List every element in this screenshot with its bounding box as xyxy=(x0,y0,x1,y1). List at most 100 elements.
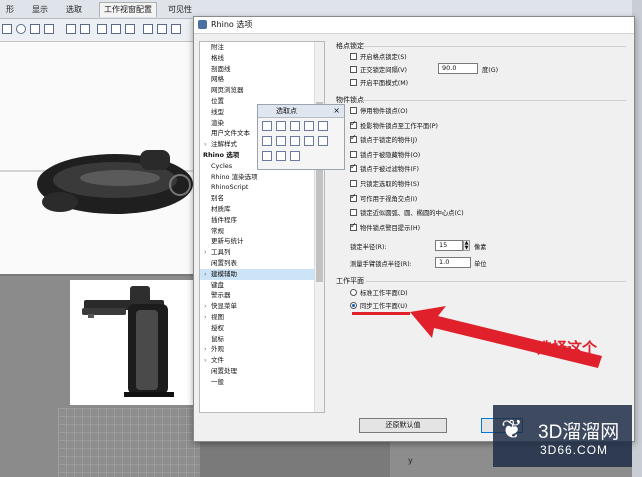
tree-item[interactable]: 别名 xyxy=(200,193,324,204)
tree-item[interactable]: 格线 xyxy=(200,53,324,64)
tree-item[interactable]: 闲置列表 xyxy=(200,258,324,269)
osnap-checkbox[interactable] xyxy=(350,192,357,202)
standard-cplane-radio[interactable] xyxy=(350,289,357,296)
layout-icon[interactable] xyxy=(111,24,121,34)
tangent-icon[interactable] xyxy=(290,136,300,146)
faucet-top-view xyxy=(0,150,200,214)
cplane-title: 工作平面 xyxy=(336,277,364,285)
osnap-checkbox[interactable] xyxy=(350,209,357,217)
tree-item[interactable]: 授权 xyxy=(200,323,324,334)
tree-item[interactable]: 文件 xyxy=(200,355,324,366)
grid-snap-checkbox[interactable] xyxy=(350,53,357,60)
document-icon[interactable] xyxy=(97,24,107,34)
point-icon[interactable] xyxy=(290,121,300,131)
annotation-text: 选择这个 xyxy=(537,339,598,357)
tree-item[interactable]: 警示器 xyxy=(200,290,324,301)
tree-item[interactable]: 建模辅助 xyxy=(200,268,324,280)
snap-radius-unit: 像素 xyxy=(474,244,487,251)
ortho-checkbox[interactable] xyxy=(350,66,357,73)
osnap-option-label: 锁点于被隐藏物件(O) xyxy=(360,151,421,159)
restore-defaults-button[interactable]: 还原默认值 xyxy=(359,418,447,433)
osnap-option-label: 投影物件锁点至工作平面(P) xyxy=(360,122,438,130)
center-icon[interactable] xyxy=(318,121,328,131)
near-icon[interactable] xyxy=(276,121,286,131)
mirror-icon[interactable] xyxy=(44,24,54,34)
osnap-checkbox[interactable] xyxy=(350,150,357,158)
toolbar xyxy=(0,19,200,42)
osnap-checkbox[interactable] xyxy=(350,133,357,144)
tab-shape[interactable]: 形 xyxy=(6,3,14,17)
picture-icon[interactable] xyxy=(80,24,90,34)
close-icon[interactable]: × xyxy=(333,105,340,117)
tab-viewport-layout[interactable]: 工作视窗配置 xyxy=(99,2,157,17)
tab-visibility[interactable]: 可见性 xyxy=(168,3,192,17)
snap-radius-spinner[interactable]: ▲ ▼ xyxy=(463,240,470,251)
osnap-checkbox[interactable] xyxy=(350,221,357,231)
osnap-option-label: 可作用于视角交点(I) xyxy=(360,195,418,203)
tree-item[interactable]: 视图 xyxy=(200,312,324,323)
osnap-checkbox[interactable] xyxy=(350,107,357,114)
tree-item[interactable]: 常规 xyxy=(200,226,324,237)
dialog-title: Rhino 选项 xyxy=(211,20,253,29)
vertex-icon[interactable] xyxy=(262,151,272,161)
midpoint-icon[interactable] xyxy=(304,121,314,131)
tree-item[interactable]: 键盘 xyxy=(200,280,324,291)
tree-item[interactable]: 一般 xyxy=(200,377,324,388)
circle-icon[interactable] xyxy=(16,24,26,34)
tree-item[interactable]: 鼠标 xyxy=(200,334,324,345)
tree-item[interactable]: 外观 xyxy=(200,344,324,355)
table-icon[interactable] xyxy=(125,24,135,34)
tree-scrollbar[interactable] xyxy=(314,42,324,412)
rendered-faucet-view xyxy=(70,280,198,405)
perspective-viewport[interactable] xyxy=(0,42,200,274)
grid-icon[interactable] xyxy=(2,24,12,34)
tape-radius-input[interactable]: 1.0 xyxy=(435,257,471,268)
tree-item[interactable]: 工具列 xyxy=(200,247,324,258)
grid-snap-label: 开启格点锁定(S) xyxy=(360,54,407,61)
pin-icon[interactable] xyxy=(171,24,181,34)
quadrant-icon[interactable] xyxy=(304,136,314,146)
rhino-logo-icon xyxy=(198,20,207,29)
dialog-titlebar[interactable]: Rhino 选项 xyxy=(194,17,634,34)
osnap-checkbox[interactable] xyxy=(350,162,357,173)
endpoint-icon[interactable] xyxy=(262,121,272,131)
divider xyxy=(366,281,626,282)
osnap-checkbox[interactable] xyxy=(350,119,357,129)
ortho-angle-input[interactable]: 90.0 xyxy=(438,63,478,74)
tree-item[interactable]: 剖面线 xyxy=(200,64,324,75)
planar-mode-checkbox[interactable] xyxy=(350,79,357,86)
tree-item[interactable]: 更新与统计 xyxy=(200,236,324,247)
ortho-label: 正交锁定间隔(V) xyxy=(360,67,408,74)
faucet-render xyxy=(82,286,174,397)
tree-item[interactable]: Rhino 渲染选项 xyxy=(200,172,324,183)
snap-palette-header[interactable]: 选取点 × xyxy=(258,105,344,118)
on-curve-icon[interactable] xyxy=(276,151,286,161)
osnap-option-label: 锁点于被过滤物件(F) xyxy=(360,166,419,174)
frame-icon[interactable] xyxy=(66,24,76,34)
sync-cplane-radio[interactable] xyxy=(350,302,357,309)
arc-icon[interactable] xyxy=(290,151,300,161)
tree-item[interactable]: 快显菜单 xyxy=(200,301,324,312)
tree-item[interactable]: 材质库 xyxy=(200,204,324,215)
osnap-checkbox[interactable] xyxy=(350,180,357,187)
tree-item[interactable]: 网页浏览器 xyxy=(200,85,324,96)
knot-icon[interactable] xyxy=(318,136,328,146)
print-icon[interactable] xyxy=(143,24,153,34)
options-tree[interactable]: 附注格线剖面线网格网页浏览器位置线型渲染用户文件文本注解样式Rhino 选项Cy… xyxy=(199,41,325,413)
layers-icon[interactable] xyxy=(157,24,167,34)
tree-item[interactable]: 插件程序 xyxy=(200,215,324,226)
snap-radius-input[interactable]: 15 xyxy=(435,240,463,251)
tree-item[interactable]: 闲置处理 xyxy=(200,366,324,377)
tab-select[interactable]: 选取 xyxy=(66,3,82,17)
snap-palette: 选取点 × xyxy=(257,104,345,170)
intersection-icon[interactable] xyxy=(262,136,272,146)
tree-item[interactable]: 附注 xyxy=(200,42,324,53)
tab-display[interactable]: 显示 xyxy=(32,3,48,17)
tape-radius-label: 测量手臂锁点半径(R): xyxy=(350,261,412,268)
tree-item[interactable]: RhinoScript xyxy=(200,182,324,193)
rotate-icon[interactable] xyxy=(30,24,40,34)
axis-label-y: y xyxy=(408,456,413,465)
tree-item[interactable]: 网格 xyxy=(200,74,324,85)
perpendicular-icon[interactable] xyxy=(276,136,286,146)
snap-radius-label: 锁定半径(R): xyxy=(350,244,387,251)
